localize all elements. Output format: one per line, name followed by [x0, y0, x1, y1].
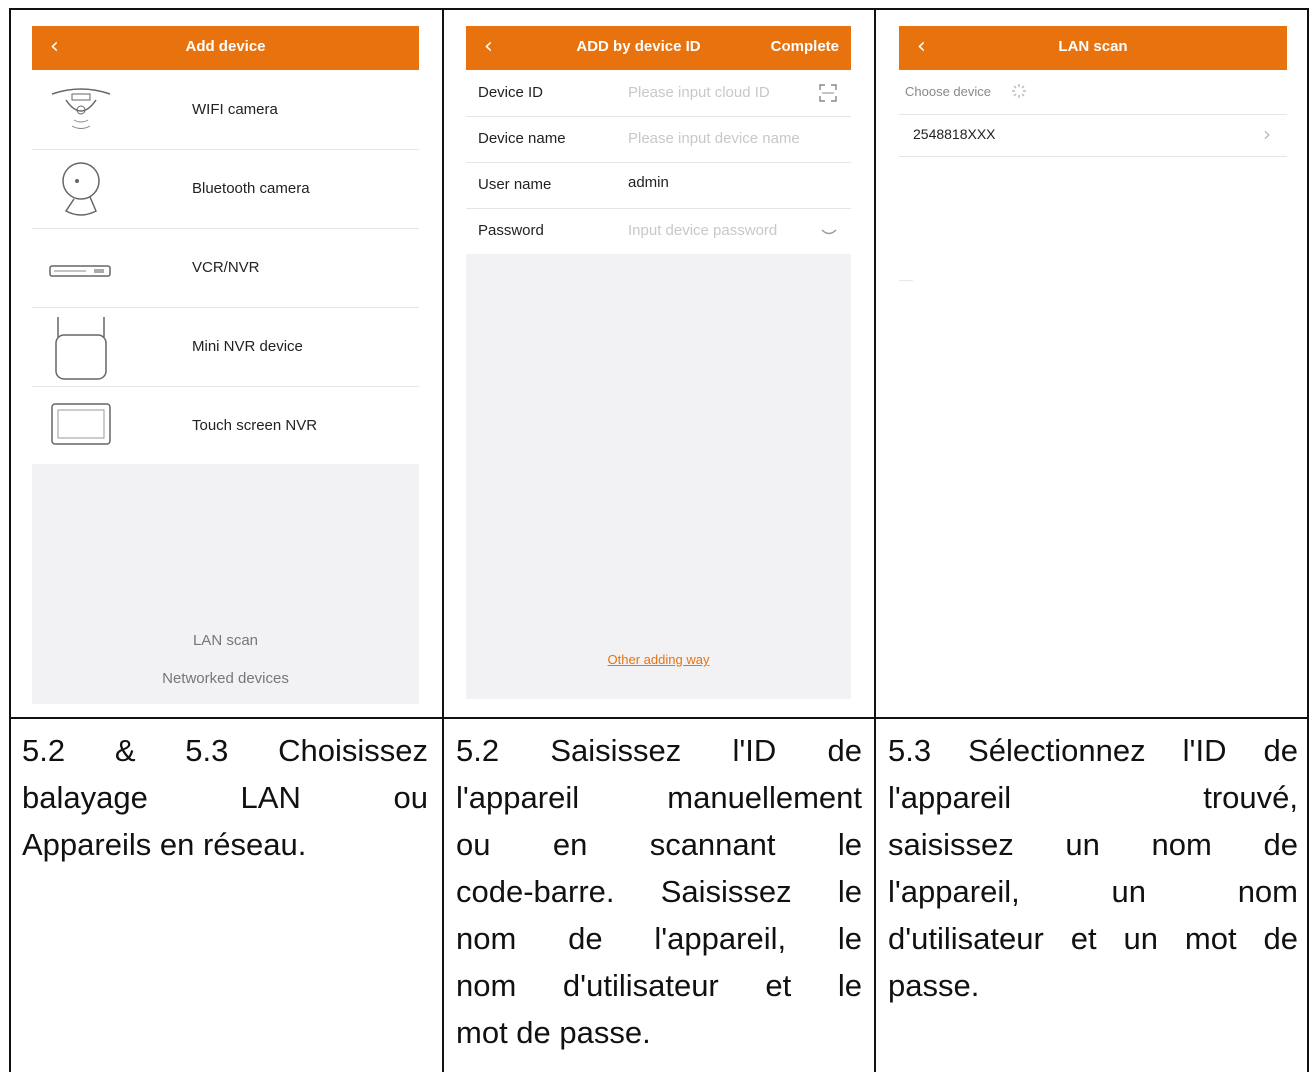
- choose-device-row: Choose device: [899, 70, 1287, 115]
- lan-scan-header: ‹ LAN scan: [899, 26, 1287, 70]
- list-item-label: Mini NVR device: [192, 338, 303, 355]
- list-item-touch-screen-nvr[interactable]: Touch screen NVR: [32, 386, 419, 465]
- caption-line: saisissez un nom de: [888, 827, 1298, 862]
- device-id-input[interactable]: Please input cloud ID: [628, 84, 770, 101]
- device-id-text: 2548818XXX: [913, 126, 996, 142]
- table-divider-2: [874, 8, 876, 1072]
- table-divider-1: [442, 8, 444, 1072]
- add-by-id-screen: ‹ ADD by device ID Complete Device ID Pl…: [466, 26, 851, 699]
- mini-nvr-icon: [55, 317, 107, 380]
- header-title: Add device: [185, 38, 266, 55]
- caption-line: passe.: [888, 968, 980, 1003]
- complete-button[interactable]: Complete: [771, 38, 839, 55]
- nvr-icon: [49, 265, 111, 277]
- wifi-camera-icon: [51, 88, 111, 129]
- field-row-password: Password Input device password: [466, 208, 851, 255]
- choose-device-label: Choose device: [905, 84, 991, 99]
- password-input[interactable]: Input device password: [628, 222, 777, 239]
- table-border-left: [9, 8, 11, 1072]
- bluetooth-camera-icon: [62, 162, 100, 216]
- add-by-id-header: ‹ ADD by device ID Complete: [466, 26, 851, 70]
- field-row-device-id: Device ID Please input cloud ID: [466, 70, 851, 117]
- caption-line: 5.2 Saisissez l'ID de: [456, 733, 862, 768]
- list-item-vcr-nvr[interactable]: VCR/NVR: [32, 228, 419, 308]
- caption-col-1: 5.2 & 5.3 Choisissez balayage LAN ou App…: [22, 727, 428, 868]
- caption-col-2: 5.2 Saisissez l'ID de l'appareil manuell…: [456, 727, 862, 1056]
- device-name-input[interactable]: Please input device name: [628, 130, 800, 147]
- caption-line: nom de l'appareil, le: [456, 921, 862, 956]
- caption-line: ou en scannant le: [456, 827, 862, 862]
- field-label: User name: [478, 176, 552, 193]
- caption-line: 5.2 & 5.3 Choisissez: [22, 733, 428, 768]
- loading-spinner-icon: [1012, 84, 1026, 98]
- eye-closed-icon[interactable]: [821, 228, 837, 238]
- field-row-device-name: Device name Please input device name: [466, 116, 851, 163]
- faint-divider: [899, 280, 913, 281]
- table-top-border: [9, 8, 1309, 10]
- list-item-label: VCR/NVR: [192, 259, 260, 276]
- bottom-panel: Other adding way: [466, 254, 851, 699]
- caption-line: code-barre. Saisissez le: [456, 874, 862, 909]
- lan-scan-link[interactable]: LAN scan: [32, 632, 419, 649]
- user-name-input[interactable]: admin: [628, 174, 669, 191]
- list-item-label: Bluetooth camera: [192, 180, 310, 197]
- field-label: Device ID: [478, 84, 544, 101]
- header-title: LAN scan: [1058, 38, 1128, 55]
- list-item-label: WIFI camera: [192, 101, 278, 118]
- device-list-item[interactable]: 2548818XXX ›: [899, 114, 1287, 157]
- caption-line: nom d'utilisateur et le: [456, 968, 862, 1003]
- field-label: Password: [478, 222, 544, 239]
- list-item-label: Touch screen NVR: [192, 417, 318, 434]
- touch-screen-nvr-icon: [51, 403, 111, 445]
- caption-line: mot de passe.: [456, 1015, 651, 1050]
- table-row-divider: [9, 717, 1309, 719]
- caption-line: Appareils en réseau.: [22, 827, 307, 862]
- chevron-right-icon: ›: [1263, 122, 1271, 146]
- list-item-wifi-camera[interactable]: WIFI camera: [32, 70, 419, 150]
- add-device-screen: ‹ Add device WIFI camera Bluetooth camer…: [32, 26, 419, 704]
- bottom-panel: LAN scan Networked devices: [32, 464, 419, 704]
- scan-barcode-icon[interactable]: [819, 84, 837, 102]
- list-item-bluetooth-camera[interactable]: Bluetooth camera: [32, 149, 419, 229]
- field-row-user-name: User name admin: [466, 162, 851, 209]
- caption-col-3: 5.3 Sélectionnez l'ID de l'appareil trou…: [888, 727, 1298, 1009]
- caption-line: l'appareil, un nom: [888, 874, 1298, 909]
- caption-line: l'appareil trouvé,: [888, 780, 1298, 815]
- caption-line: 5.3 Sélectionnez l'ID de: [888, 733, 1298, 768]
- list-item-mini-nvr[interactable]: Mini NVR device: [32, 307, 419, 387]
- caption-line: d'utilisateur et un mot de: [888, 921, 1298, 956]
- field-label: Device name: [478, 130, 566, 147]
- networked-devices-link[interactable]: Networked devices: [32, 670, 419, 687]
- caption-line: l'appareil manuellement: [456, 780, 862, 815]
- caption-line: balayage LAN ou: [22, 780, 428, 815]
- lan-scan-screen: ‹ LAN scan Choose device 2548818XXX ›: [899, 26, 1287, 186]
- add-device-header: ‹ Add device: [32, 26, 419, 70]
- other-adding-way-link[interactable]: Other adding way: [466, 652, 851, 667]
